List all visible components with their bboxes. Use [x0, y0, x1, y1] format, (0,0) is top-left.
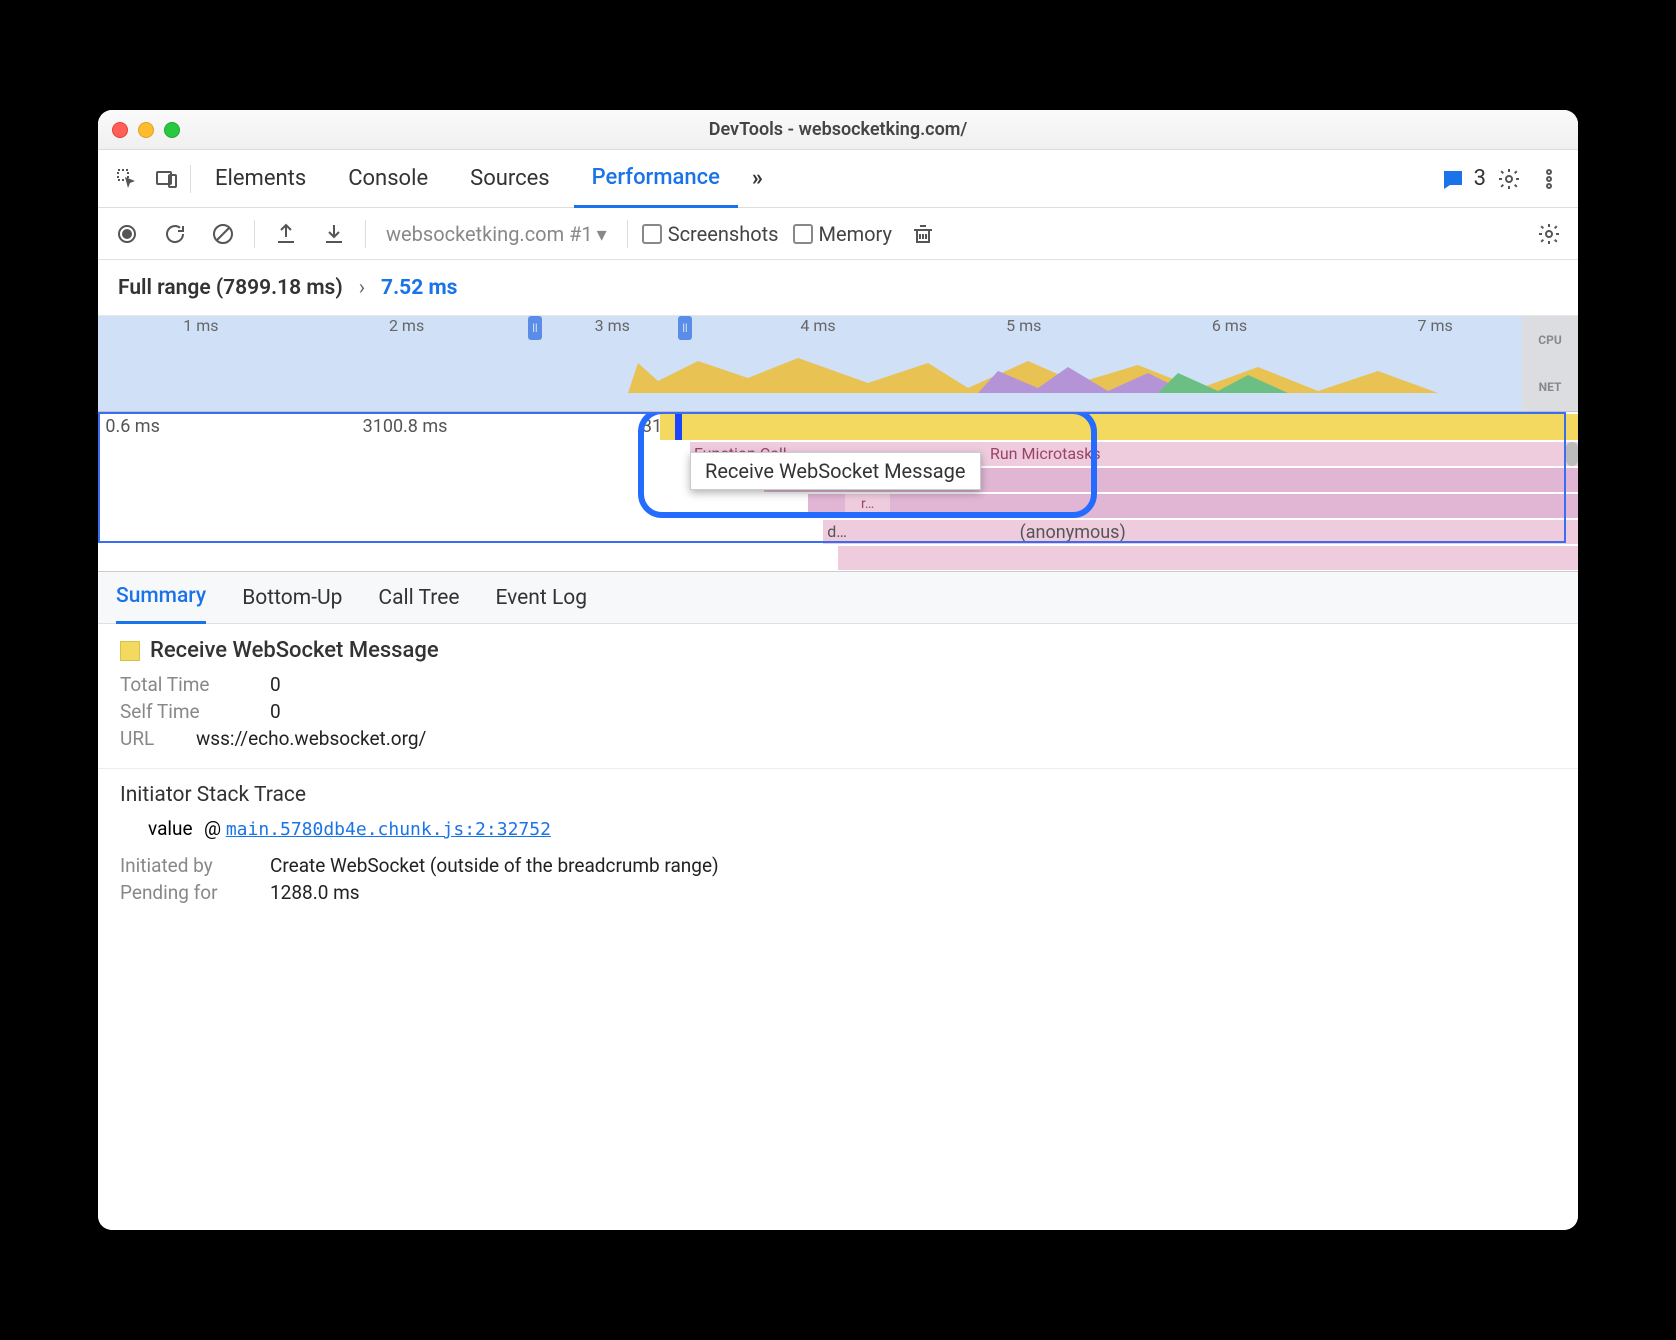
total-time-label: Total Time [120, 673, 250, 696]
more-menu-icon[interactable] [1532, 162, 1566, 196]
self-time-value: 0 [270, 700, 281, 723]
tab-event-log[interactable]: Event Log [495, 572, 587, 624]
record-button[interactable] [110, 217, 144, 251]
flame-bar-anonymous[interactable]: (anonymous) [1016, 520, 1312, 542]
download-profile-icon[interactable] [317, 217, 351, 251]
checkbox-icon [642, 224, 662, 244]
summary-panel: Receive WebSocket Message Total Time 0 S… [98, 624, 1578, 1230]
full-range-label[interactable]: Full range (7899.18 ms) [118, 276, 343, 300]
device-toolbar-icon[interactable] [150, 162, 184, 196]
flame-bar[interactable] [838, 546, 1578, 570]
tab-elements[interactable]: Elements [197, 150, 324, 208]
pending-for-label: Pending for [120, 881, 250, 904]
ruler-tick: 0.6 ms [105, 416, 160, 437]
url-value: wss://echo.websocket.org/ [196, 727, 426, 750]
checkbox-icon [793, 224, 813, 244]
flame-chart[interactable]: 0.6 ms 3100.8 ms 3101.0 ms 3101.2 ms 310… [98, 412, 1578, 572]
stack-trace-section: Initiator Stack Trace value @ main.5780d… [98, 769, 1578, 922]
ruler-tick: 7 ms [1332, 316, 1538, 346]
tab-summary[interactable]: Summary [116, 572, 206, 624]
timeline-overview[interactable]: 1 ms 2 ms 3 ms 4 ms 5 ms 6 ms 7 ms CPU N… [98, 316, 1578, 412]
ruler-tick: 5 ms [921, 316, 1127, 346]
traffic-lights [112, 122, 180, 138]
summary-section: Receive WebSocket Message Total Time 0 S… [98, 624, 1578, 769]
recording-name: websocketking.com #1 [386, 222, 593, 246]
chevron-down-icon: ▾ [597, 222, 607, 246]
close-button[interactable] [112, 122, 128, 138]
tabs-overflow-button[interactable]: » [744, 150, 771, 208]
event-name: Receive WebSocket Message [150, 638, 439, 663]
cpu-label: CPU [1522, 316, 1578, 364]
scrollbar-thumb[interactable] [1566, 442, 1578, 466]
tab-call-tree[interactable]: Call Tree [378, 572, 459, 624]
divider [254, 220, 255, 248]
net-label: NET [1522, 364, 1578, 412]
recording-select[interactable]: websocketking.com #1 ▾ [380, 220, 613, 248]
issues-count: 3 [1474, 166, 1486, 191]
initiated-by-value: Create WebSocket (outside of the breadcr… [270, 854, 719, 877]
selected-event-marker [675, 414, 682, 440]
tab-bottom-up[interactable]: Bottom-Up [242, 572, 342, 624]
overview-selection-handle-right[interactable] [678, 316, 692, 340]
issues-button[interactable]: 3 [1442, 166, 1486, 191]
tab-performance[interactable]: Performance [574, 150, 738, 208]
tab-console[interactable]: Console [330, 150, 446, 208]
initiated-by-label: Initiated by [120, 854, 250, 877]
overview-activity-graph [98, 353, 1498, 393]
total-time-value: 0 [270, 673, 281, 696]
devtools-tablist: Elements Console Sources Performance » 3 [98, 150, 1578, 208]
ruler-tick: 1 ms [98, 316, 304, 346]
divider [190, 165, 191, 193]
overview-selection-handle-left[interactable] [528, 316, 542, 340]
ruler-tick: 6 ms [1127, 316, 1333, 346]
tab-sources[interactable]: Sources [452, 150, 568, 208]
devtools-window: DevTools - websocketking.com/ Elements C… [98, 110, 1578, 1230]
clear-button[interactable] [206, 217, 240, 251]
ruler-tick: 3100.8 ms [363, 416, 448, 437]
flame-bar-d[interactable]: d… [823, 520, 912, 542]
flame-tooltip: Receive WebSocket Message [690, 452, 981, 490]
stack-trace-header: Initiator Stack Trace [120, 783, 1556, 807]
screenshots-label: Screenshots [668, 222, 779, 246]
pending-for-row: Pending for 1288.0 ms [120, 881, 1556, 904]
overview-side-labels: CPU NET [1522, 316, 1578, 411]
upload-profile-icon[interactable] [269, 217, 303, 251]
settings-gear-icon[interactable] [1492, 162, 1526, 196]
screenshots-checkbox[interactable]: Screenshots [642, 222, 779, 246]
pending-for-value: 1288.0 ms [270, 881, 360, 904]
minimize-button[interactable] [138, 122, 154, 138]
memory-label: Memory [819, 222, 892, 246]
self-time-label: Self Time [120, 700, 250, 723]
initiated-by-row: Initiated by Create WebSocket (outside o… [120, 854, 1556, 877]
event-color-swatch [120, 641, 140, 661]
stack-frame-link[interactable]: main.5780db4e.chunk.js:2:32752 [226, 819, 551, 840]
total-time-row: Total Time 0 [120, 673, 1556, 696]
range-breadcrumb: Full range (7899.18 ms) › 7.52 ms [98, 260, 1578, 316]
window-title: DevTools - websocketking.com/ [98, 119, 1578, 140]
stack-frame-fn: value [148, 817, 193, 840]
event-name-row: Receive WebSocket Message [120, 638, 1556, 663]
reload-record-button[interactable] [158, 217, 192, 251]
stack-frame: value @ main.5780db4e.chunk.js:2:32752 [120, 817, 1556, 840]
chevron-right-icon: › [359, 276, 365, 300]
overview-ruler: 1 ms 2 ms 3 ms 4 ms 5 ms 6 ms 7 ms [98, 316, 1538, 346]
performance-toolbar: websocketking.com #1 ▾ Screenshots Memor… [98, 208, 1578, 260]
selected-range-label[interactable]: 7.52 ms [381, 276, 457, 300]
memory-checkbox[interactable]: Memory [793, 222, 892, 246]
inspect-element-icon[interactable] [110, 162, 144, 196]
divider [365, 220, 366, 248]
divider [627, 220, 628, 248]
capture-settings-gear-icon[interactable] [1532, 217, 1566, 251]
collect-garbage-icon[interactable] [906, 217, 940, 251]
self-time-row: Self Time 0 [120, 700, 1556, 723]
ruler-tick: 4 ms [715, 316, 921, 346]
maximize-button[interactable] [164, 122, 180, 138]
url-row: URL wss://echo.websocket.org/ [120, 727, 1556, 750]
ruler-tick: 2 ms [304, 316, 510, 346]
stack-at: @ [204, 817, 221, 840]
details-tablist: Summary Bottom-Up Call Tree Event Log [98, 572, 1578, 624]
url-label: URL [120, 727, 176, 750]
window-titlebar: DevTools - websocketking.com/ [98, 110, 1578, 150]
